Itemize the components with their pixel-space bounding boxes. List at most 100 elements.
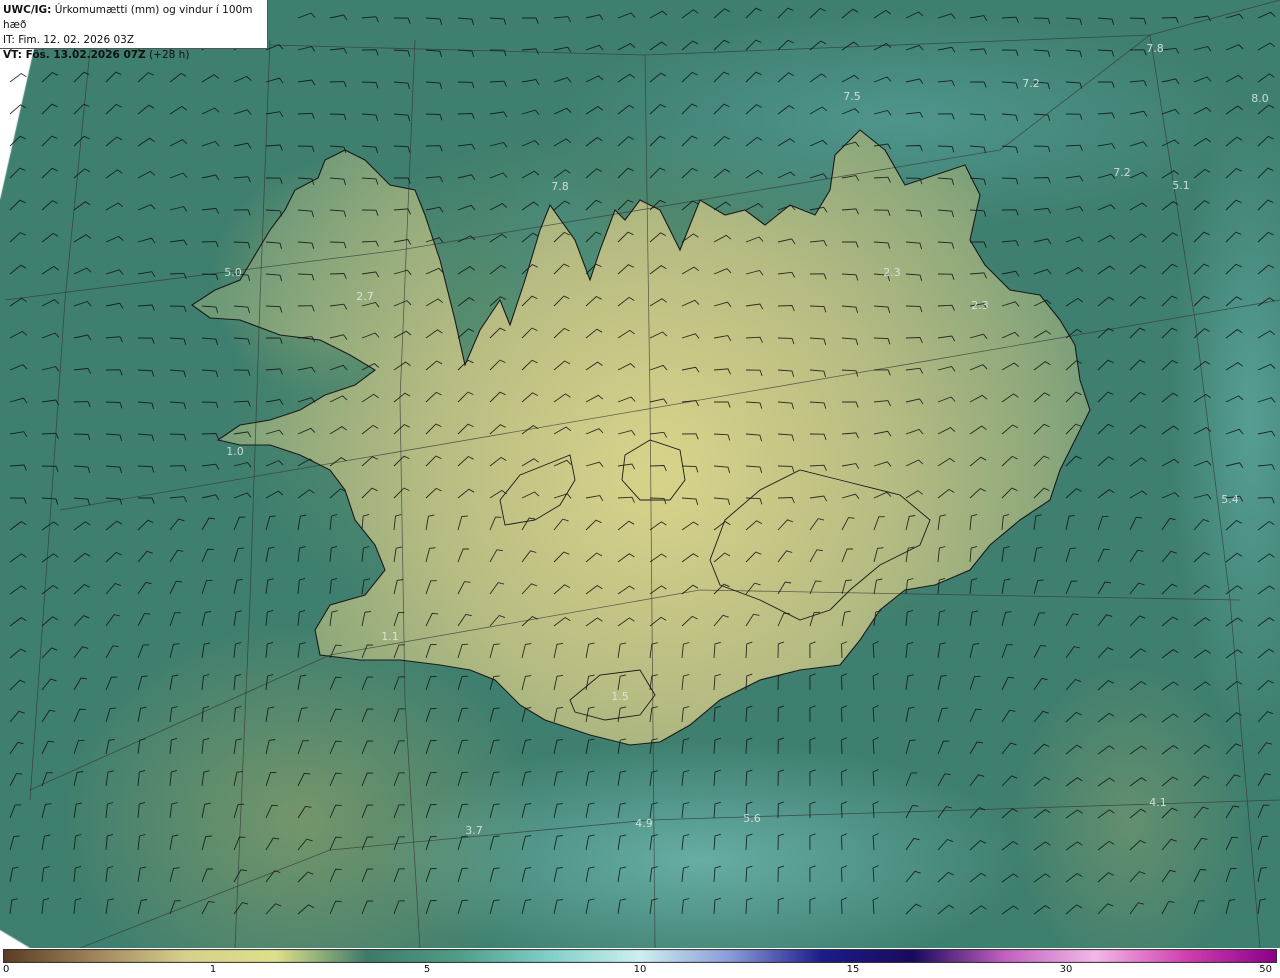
wind-barb bbox=[41, 497, 59, 505]
wind-barb bbox=[1225, 552, 1243, 563]
wind-barb bbox=[553, 866, 563, 883]
wind-barb bbox=[329, 514, 338, 531]
wind-barb bbox=[361, 271, 380, 278]
wind-barb bbox=[873, 176, 891, 183]
wind-barb bbox=[1033, 17, 1051, 25]
wind-barb bbox=[937, 674, 947, 691]
wind-barb bbox=[489, 771, 500, 787]
wind-barb bbox=[425, 329, 443, 339]
wind-barb bbox=[1257, 430, 1276, 437]
wind-barb bbox=[713, 368, 732, 375]
wind-barb bbox=[777, 337, 795, 345]
wind-barb bbox=[233, 738, 242, 755]
wind-barb bbox=[297, 209, 315, 218]
wind-barb bbox=[1065, 711, 1082, 723]
wind-barb bbox=[169, 496, 188, 503]
wind-barb bbox=[617, 866, 627, 883]
wind-barb bbox=[1065, 547, 1077, 563]
wind-barb bbox=[1129, 80, 1148, 87]
wind-barb bbox=[9, 835, 20, 851]
wind-barb bbox=[1193, 460, 1212, 467]
wind-barb bbox=[297, 577, 306, 595]
wind-barb bbox=[521, 491, 540, 499]
wind-barb bbox=[1001, 209, 1019, 216]
wind-barb bbox=[1257, 520, 1275, 531]
wind-barb bbox=[361, 804, 374, 819]
wind-barb bbox=[169, 105, 187, 115]
wind-barb bbox=[937, 304, 955, 311]
wind-barb bbox=[489, 707, 500, 723]
wind-barb bbox=[713, 168, 731, 179]
value-label: 7.5 bbox=[843, 90, 861, 103]
wind-barb bbox=[937, 365, 956, 372]
wind-barb bbox=[553, 674, 563, 691]
wind-barb bbox=[233, 492, 252, 499]
wind-barb bbox=[841, 74, 860, 83]
wind-barb bbox=[905, 490, 923, 499]
wind-barb bbox=[617, 296, 635, 307]
wind-barb bbox=[841, 737, 848, 755]
wind-barb bbox=[457, 771, 469, 787]
wind-barb bbox=[201, 174, 220, 181]
wind-barb bbox=[1225, 362, 1243, 371]
wind-barb bbox=[297, 772, 311, 787]
wind-barb bbox=[777, 641, 785, 659]
wind-barb bbox=[233, 109, 252, 115]
wind-barb bbox=[137, 401, 155, 410]
wind-barb bbox=[521, 643, 532, 659]
wind-barb bbox=[457, 81, 475, 89]
wind-barb bbox=[585, 834, 595, 851]
wind-barb bbox=[105, 103, 122, 115]
wind-barb bbox=[1033, 487, 1050, 499]
wind-barb bbox=[1129, 327, 1146, 339]
wind-barb bbox=[201, 579, 213, 595]
wind-barb bbox=[137, 899, 148, 915]
wind-barb bbox=[1129, 202, 1148, 211]
wind-barb bbox=[617, 12, 636, 19]
wind-barb bbox=[777, 39, 794, 51]
wind-barb bbox=[1033, 514, 1042, 531]
wind-barb bbox=[745, 136, 763, 147]
wind-barb bbox=[201, 107, 220, 115]
wind-barb bbox=[9, 804, 22, 819]
wind-barb bbox=[393, 239, 412, 245]
wind-barb bbox=[937, 273, 955, 281]
wind-barb bbox=[553, 231, 570, 243]
wind-barb bbox=[201, 737, 210, 755]
graticule-line bbox=[644, 54, 656, 948]
wind-barb bbox=[1033, 238, 1052, 245]
wind-barb bbox=[1097, 296, 1115, 307]
wind-barb bbox=[297, 674, 307, 691]
wind-barb bbox=[73, 771, 84, 787]
wind-barb bbox=[617, 264, 635, 275]
wind-barb bbox=[1097, 49, 1115, 57]
wind-barb bbox=[585, 361, 603, 371]
wind-barb bbox=[1129, 680, 1147, 691]
wind-barb bbox=[201, 548, 214, 563]
wind-barb bbox=[1001, 49, 1019, 57]
wind-barb bbox=[1257, 264, 1275, 275]
wind-barb bbox=[649, 298, 667, 307]
wind-barb bbox=[745, 582, 761, 595]
wind-barb bbox=[1161, 425, 1179, 435]
wind-barb bbox=[265, 739, 276, 755]
wind-barb bbox=[105, 614, 121, 627]
wind-barb bbox=[649, 431, 668, 438]
wind-barb bbox=[233, 369, 251, 376]
wind-barb bbox=[1257, 330, 1276, 339]
wind-barb bbox=[9, 679, 26, 691]
wind-barb bbox=[553, 200, 571, 211]
wind-barb bbox=[649, 331, 668, 339]
wind-barb bbox=[361, 177, 379, 185]
wind-barb bbox=[105, 433, 123, 442]
wind-barb bbox=[809, 495, 828, 502]
wind-barb bbox=[265, 804, 278, 819]
wind-barb bbox=[1001, 546, 1010, 563]
wind-barb bbox=[361, 301, 380, 308]
wind-barb bbox=[393, 611, 405, 627]
colorbar-tick-label: 50 bbox=[1259, 964, 1272, 975]
wind-barb bbox=[649, 738, 658, 755]
graticule-line bbox=[79, 799, 1280, 948]
wind-barb bbox=[1225, 868, 1237, 883]
wind-barb bbox=[361, 836, 374, 851]
